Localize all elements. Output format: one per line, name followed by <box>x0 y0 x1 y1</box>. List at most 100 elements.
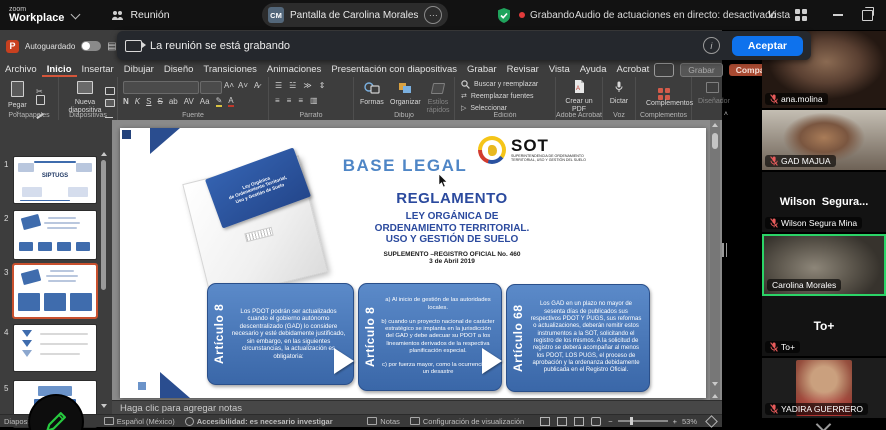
create-pdf-button[interactable]: A Crear un PDF <box>564 80 594 114</box>
sot-logo[interactable]: SOT SUPERINTENDENCIA DE ORDENAMIENTO TER… <box>478 136 586 164</box>
tab-insertar[interactable]: Insertar <box>77 62 119 77</box>
bullets-button[interactable]: ☰ <box>275 81 282 90</box>
new-slide-button[interactable]: Nueva diapositiva <box>65 81 105 115</box>
panel-scroll-down-icon[interactable] <box>101 404 107 408</box>
paste-button[interactable]: Pegar <box>8 81 27 114</box>
underline-button[interactable]: S <box>146 97 151 106</box>
arrange-button[interactable]: Organizar <box>390 81 421 107</box>
normal-view-button[interactable] <box>540 417 550 426</box>
video-tile-yadira-guerrero[interactable]: YADIRA GUERRERO <box>762 358 886 418</box>
autosave-toggle[interactable] <box>81 41 101 51</box>
quick-styles-button[interactable]: Estilos rápidos <box>424 81 452 115</box>
tab-animaciones[interactable]: Animaciones <box>262 62 326 77</box>
restore-button[interactable] <box>862 0 873 30</box>
security-shield-icon[interactable] <box>497 8 511 23</box>
display-settings-button[interactable]: Configuración de visualización <box>423 417 524 426</box>
char-spacing-button[interactable]: AV <box>184 97 194 106</box>
panel-scrollbar[interactable] <box>101 160 106 290</box>
tab-meeting[interactable]: Reunión <box>111 9 169 21</box>
video-tile-wilson-segura[interactable]: Wilson Segura... Wilson Segura Mina <box>762 172 886 232</box>
article-box-1[interactable]: Artículo 8 Los PDOT podrán ser actualiza… <box>207 283 354 385</box>
zoom-out-button[interactable]: − <box>608 417 612 426</box>
fit-to-window-icon[interactable] <box>705 415 718 428</box>
align-right-button[interactable]: ≡ <box>298 96 303 105</box>
tab-vista[interactable]: Vista <box>544 62 575 77</box>
highlight-color-button[interactable]: ✎ <box>216 96 223 107</box>
indent-button[interactable]: ≫ <box>303 81 311 90</box>
zoom-slider-knob[interactable] <box>630 417 633 425</box>
info-icon[interactable]: i <box>703 37 720 54</box>
video-tile-to-plus[interactable]: To+ To+ <box>762 296 886 356</box>
find-replace-button[interactable]: Buscar y reemplazar <box>461 80 538 89</box>
slide-heading-block[interactable]: REGLAMENTO LEY ORGÁNICA DE ORDENAMIENTO … <box>342 190 562 265</box>
previous-slide-button[interactable] <box>712 394 718 398</box>
slide-sorter-view-button[interactable] <box>557 417 567 426</box>
grow-font-button[interactable]: A˄ <box>224 81 234 90</box>
zoom-in-button[interactable]: + <box>673 417 677 426</box>
scrollbar-thumb[interactable] <box>712 133 718 149</box>
shapes-button[interactable]: Formas <box>360 81 384 107</box>
strikethrough-button[interactable]: S <box>157 97 162 106</box>
change-case-button[interactable]: Aa <box>200 97 210 106</box>
collapse-ribbon-icon[interactable]: ˄ <box>724 111 728 118</box>
panel-scroll-up-icon[interactable] <box>101 152 107 156</box>
columns-button[interactable]: ▥ <box>310 96 318 105</box>
slide-thumbnail-2[interactable] <box>14 211 96 259</box>
numbering-button[interactable]: ☱ <box>289 81 296 90</box>
font-size-select[interactable] <box>200 81 222 94</box>
tab-presentacion[interactable]: Presentación con diapositivas <box>326 62 462 77</box>
reading-view-button[interactable] <box>574 417 584 426</box>
addins-button[interactable]: Complementos <box>646 80 682 108</box>
canvas-scrollbar[interactable] <box>710 120 720 412</box>
tab-revisar[interactable]: Revisar <box>502 62 544 77</box>
tab-archivo[interactable]: Archivo <box>0 62 42 77</box>
sidebar-scroll-down-icon[interactable] <box>816 417 832 430</box>
line-spacing-button[interactable]: ⇕ <box>319 81 326 90</box>
save-icon[interactable]: ▤ <box>107 41 116 52</box>
zoom-slider[interactable] <box>618 420 668 422</box>
video-tile-carolina-morales-active[interactable]: Carolina Morales <box>762 234 886 296</box>
font-name-select[interactable] <box>123 81 199 94</box>
article-box-3[interactable]: Artículo 68 Los GAD en un plazo no mayor… <box>506 284 650 392</box>
tab-acrobat[interactable]: Acrobat <box>612 62 655 77</box>
tab-dibujar[interactable]: Dibujar <box>119 62 159 77</box>
tab-grabar[interactable]: Grabar <box>462 62 502 77</box>
article-box-2[interactable]: Artículo 8 a) Al inicio de gestión de la… <box>358 283 502 391</box>
tab-transiciones[interactable]: Transiciones <box>198 62 262 77</box>
italic-button[interactable]: K <box>135 97 140 106</box>
font-color-button[interactable]: A <box>228 96 233 107</box>
slide-thumbnail-1[interactable]: SIPTUGS <box>14 157 96 203</box>
dictate-button[interactable]: Dictar <box>608 80 630 106</box>
tab-ayuda[interactable]: Ayuda <box>575 62 612 77</box>
slideshow-button[interactable] <box>591 417 601 426</box>
designer-button[interactable]: Diseñador <box>698 80 726 106</box>
zoom-percent[interactable]: 53% <box>682 417 697 426</box>
text-shadow-button[interactable]: ab <box>169 97 178 106</box>
notes-toggle[interactable]: Notas <box>380 417 400 426</box>
accept-button[interactable]: Aceptar <box>732 36 803 56</box>
clear-format-button[interactable]: A̷ <box>254 81 259 90</box>
tab-shared-screen[interactable]: CM Pantalla de Carolina Morales <box>262 3 448 27</box>
language-button[interactable]: Español (México) <box>117 417 175 426</box>
more-options-icon[interactable] <box>424 6 442 24</box>
video-tile-gad-majua[interactable]: GAD MAJUA <box>762 110 886 170</box>
chevron-down-icon[interactable] <box>71 9 81 19</box>
record-button[interactable]: Grabar <box>680 63 722 77</box>
scroll-down-icon[interactable] <box>712 382 718 386</box>
notes-area[interactable]: Haga clic para agregar notas <box>112 400 722 415</box>
book-image[interactable]: Ley Orgánica de Ordenamiento Territorial… <box>175 154 345 304</box>
slide-thumbnail-4[interactable] <box>14 325 96 371</box>
accessibility-status[interactable]: Accesibilidad: es necesario investigar <box>197 417 333 426</box>
minimize-button[interactable] <box>833 0 843 30</box>
panel-resize-handle[interactable] <box>722 243 729 257</box>
align-left-button[interactable]: ≡ <box>275 96 280 105</box>
slide[interactable]: BASE LEGAL SOT SUPERINTENDENCIA DE ORDEN… <box>120 128 706 398</box>
bold-button[interactable]: N <box>123 97 129 106</box>
scroll-up-icon[interactable] <box>712 123 718 127</box>
replace-fonts-button[interactable]: ⇄ Reemplazar fuentes <box>461 92 534 101</box>
tab-diseno[interactable]: Diseño <box>159 62 199 77</box>
align-center-button[interactable]: ≡ <box>287 96 292 105</box>
tab-inicio[interactable]: Inicio <box>42 62 77 77</box>
comments-icon[interactable] <box>654 63 674 77</box>
view-button[interactable]: Vista <box>768 0 807 30</box>
